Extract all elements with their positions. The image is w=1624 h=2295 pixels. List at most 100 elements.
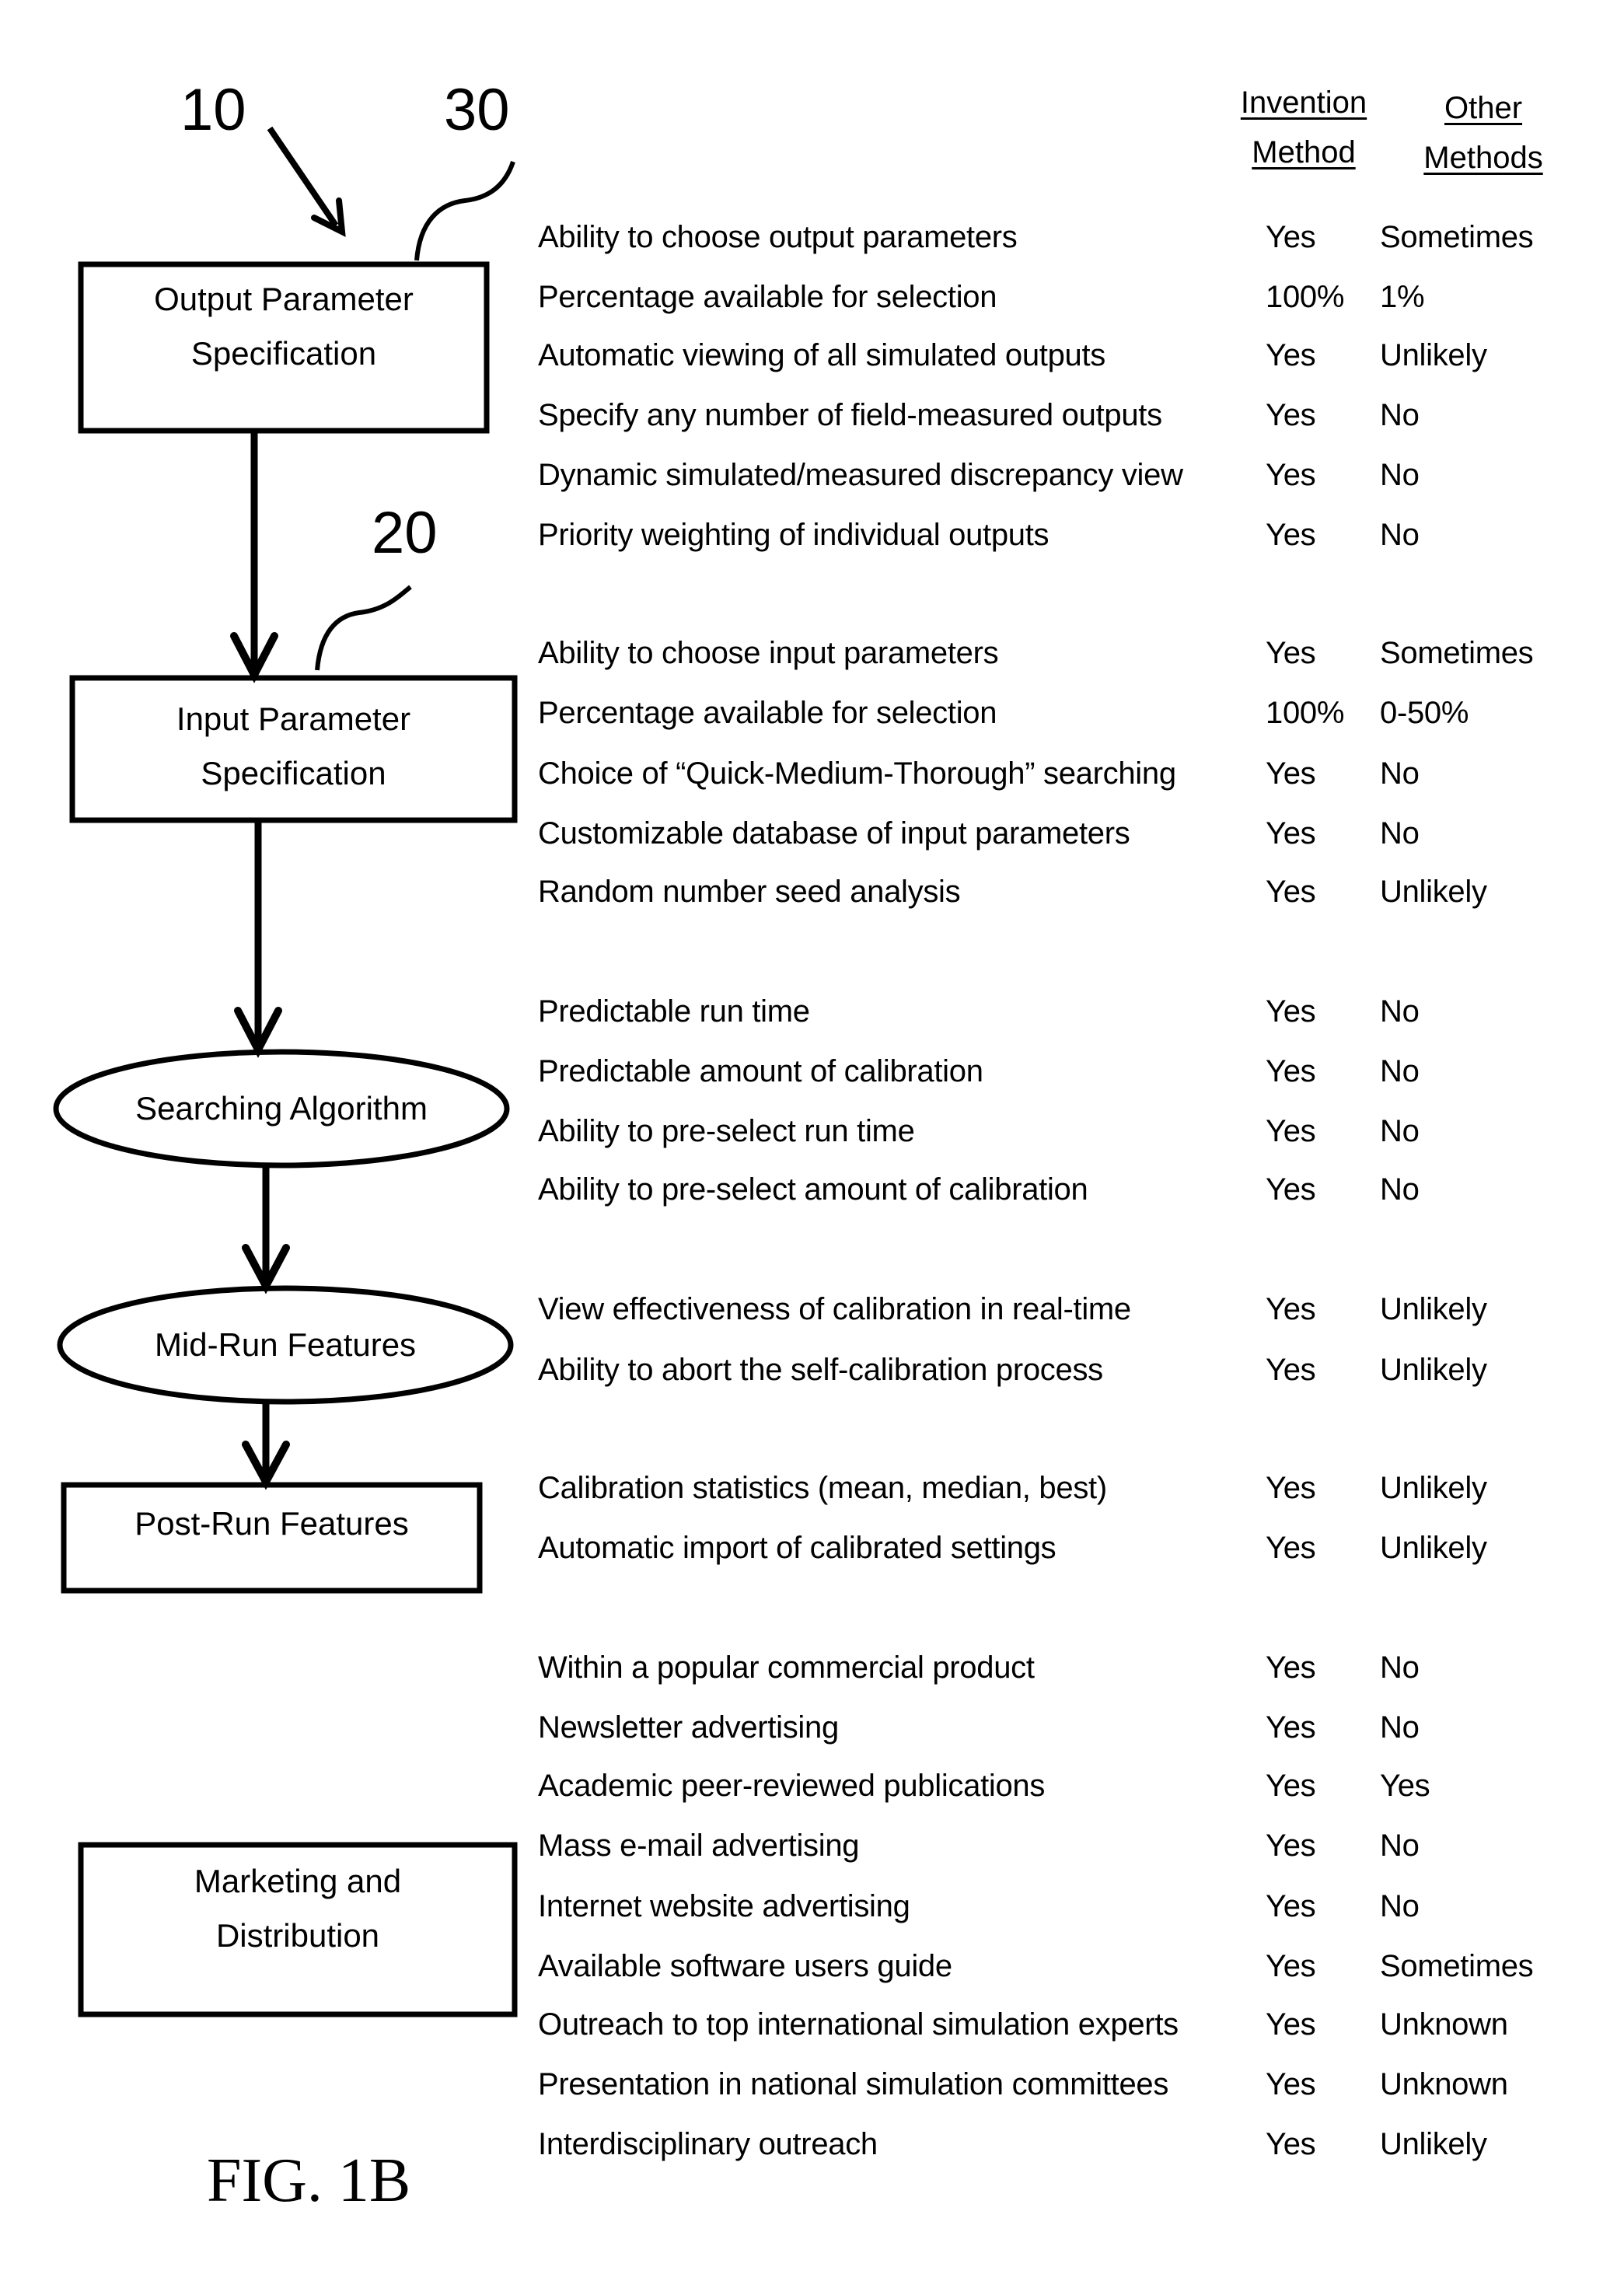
feature-label: Automatic viewing of all simulated outpu… xyxy=(538,338,1105,372)
other-value: No xyxy=(1380,1054,1420,1088)
feature-label: Within a popular commercial product xyxy=(538,1651,1035,1685)
invention-value: Yes xyxy=(1266,338,1316,372)
invention-value: Yes xyxy=(1266,1531,1316,1565)
invention-value: Yes xyxy=(1266,2067,1316,2101)
invention-value: Yes xyxy=(1266,1471,1316,1505)
reference-numeral-10: 10 xyxy=(180,77,246,143)
other-value: No xyxy=(1380,816,1420,851)
patent-figure: 10 30 20 Output Parameter Specification … xyxy=(0,0,1624,2295)
feature-label: View effectiveness of calibration in rea… xyxy=(538,1292,1131,1326)
other-value: Unlikely xyxy=(1380,1353,1487,1387)
invention-value: Yes xyxy=(1266,1889,1316,1923)
feature-label: Presentation in national simulation comm… xyxy=(538,2067,1169,2101)
header-other-line2: Methods xyxy=(1423,141,1543,175)
input-parameter-label-line2: Specification xyxy=(201,755,386,791)
feature-label: Calibration statistics (mean, median, be… xyxy=(538,1471,1107,1505)
output-parameter-label: Output Parameter Specification xyxy=(81,272,487,381)
feature-label: Specify any number of field-measured out… xyxy=(538,398,1162,432)
input-parameter-label-line1: Input Parameter xyxy=(176,700,411,737)
invention-value: Yes xyxy=(1266,1353,1316,1387)
header-other-line1: Other xyxy=(1444,91,1523,125)
other-value: Sometimes xyxy=(1380,1949,1534,1983)
other-value: Unlikely xyxy=(1380,875,1487,909)
feature-label: Predictable amount of calibration xyxy=(538,1054,983,1088)
feature-label: Choice of “Quick-Medium-Thorough” search… xyxy=(538,756,1176,791)
invention-value: Yes xyxy=(1266,220,1316,254)
lead-line-30 xyxy=(414,161,515,261)
feature-label: Dynamic simulated/measured discrepancy v… xyxy=(538,458,1183,492)
other-value: No xyxy=(1380,398,1420,432)
invention-value: Yes xyxy=(1266,756,1316,791)
invention-value: Yes xyxy=(1266,2127,1316,2161)
invention-value: Yes xyxy=(1266,518,1316,552)
other-value: No xyxy=(1380,458,1420,492)
output-parameter-label-line1: Output Parameter xyxy=(154,281,414,317)
other-value: No xyxy=(1380,1651,1420,1685)
invention-value: Yes xyxy=(1266,1651,1316,1685)
marketing-label: Marketing and Distribution xyxy=(81,1854,515,1963)
invention-value: Yes xyxy=(1266,2007,1316,2042)
arrow-search-to-midrun xyxy=(242,1166,290,1294)
feature-label: Automatic import of calibrated settings xyxy=(538,1531,1056,1565)
other-value: Unlikely xyxy=(1380,2127,1487,2161)
invention-value: Yes xyxy=(1266,1949,1316,1983)
invention-value: Yes xyxy=(1266,1054,1316,1088)
marketing-label-line2: Distribution xyxy=(215,1917,380,1954)
input-parameter-label: Input Parameter Specification xyxy=(72,692,515,801)
feature-label: Ability to pre-select run time xyxy=(538,1114,915,1148)
other-value: Unknown xyxy=(1380,2067,1508,2101)
invention-value: Yes xyxy=(1266,398,1316,432)
arrow-output-to-input xyxy=(230,432,278,683)
invention-value: Yes xyxy=(1266,875,1316,909)
feature-label: Ability to pre-select amount of calibrat… xyxy=(538,1172,1088,1207)
other-value: 0-50% xyxy=(1380,696,1469,730)
invention-value: Yes xyxy=(1266,1292,1316,1326)
invention-value: Yes xyxy=(1266,1172,1316,1207)
lead-line-20 xyxy=(315,585,412,671)
header-invention-line1: Invention xyxy=(1240,86,1367,120)
feature-label: Priority weighting of individual outputs xyxy=(538,518,1049,552)
feature-label: Percentage available for selection xyxy=(538,696,997,730)
reference-numeral-20: 20 xyxy=(372,500,438,566)
post-run-label: Post-Run Features xyxy=(134,1505,409,1542)
feature-label: Available software users guide xyxy=(538,1949,952,1983)
other-value: 1% xyxy=(1380,280,1425,314)
invention-value: Yes xyxy=(1266,1114,1316,1148)
header-invention-line2: Method xyxy=(1252,135,1356,169)
feature-label: Predictable run time xyxy=(538,994,810,1029)
other-value: Unlikely xyxy=(1380,1471,1487,1505)
invention-value: Yes xyxy=(1266,994,1316,1029)
invention-value: Yes xyxy=(1266,1829,1316,1863)
mid-run-label: Mid-Run Features xyxy=(154,1326,417,1363)
other-value: No xyxy=(1380,1172,1420,1207)
invention-value: Yes xyxy=(1266,636,1316,670)
feature-label: Random number seed analysis xyxy=(538,875,961,909)
reference-arrow-10 xyxy=(267,126,346,237)
invention-value: Yes xyxy=(1266,816,1316,851)
reference-numeral-30: 30 xyxy=(444,77,510,143)
other-value: No xyxy=(1380,994,1420,1029)
marketing-label-line1: Marketing and xyxy=(194,1863,402,1899)
searching-algorithm-label: Searching Algorithm xyxy=(135,1090,428,1127)
output-parameter-label-line2: Specification xyxy=(190,335,377,372)
other-value: Unlikely xyxy=(1380,1531,1487,1565)
feature-label: Ability to choose input parameters xyxy=(538,636,999,670)
feature-label: Ability to choose output parameters xyxy=(538,220,1018,254)
invention-value: Yes xyxy=(1266,1710,1316,1745)
other-value: Unlikely xyxy=(1380,1292,1487,1326)
feature-label: Interdisciplinary outreach xyxy=(538,2127,878,2161)
feature-label: Percentage available for selection xyxy=(538,280,997,314)
other-value: Unlikely xyxy=(1380,338,1487,372)
invention-value: Yes xyxy=(1266,458,1316,492)
feature-label: Ability to abort the self-calibration pr… xyxy=(538,1353,1103,1387)
other-value: Unknown xyxy=(1380,2007,1508,2042)
invention-value: Yes xyxy=(1266,1769,1316,1803)
feature-label: Academic peer-reviewed publications xyxy=(538,1769,1046,1803)
invention-value: 100% xyxy=(1266,696,1345,730)
other-value: No xyxy=(1380,1710,1420,1745)
arrow-input-to-search xyxy=(234,822,282,1058)
figure-label: FIG. 1B xyxy=(207,2147,411,2215)
other-value: No xyxy=(1380,756,1420,791)
feature-label: Outreach to top international simulation… xyxy=(538,2007,1179,2042)
arrow-midrun-to-postrun xyxy=(242,1402,290,1490)
